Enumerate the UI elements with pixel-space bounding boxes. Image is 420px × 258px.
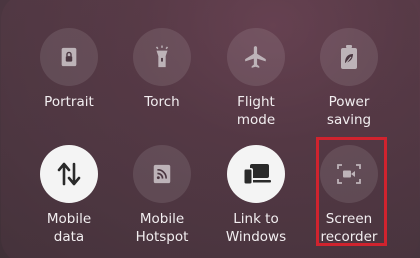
tile-flight-mode[interactable]: Flight mode: [210, 28, 302, 129]
tile-power-saving[interactable]: Power saving: [303, 28, 395, 129]
tile-power-saving-label: Power saving: [326, 94, 372, 128]
tile-screen-recorder-label: Screen recorder: [320, 211, 378, 245]
data-arrows-icon: [57, 162, 81, 186]
screen-recorder-icon: [337, 164, 361, 184]
battery-leaf-icon: [341, 45, 357, 69]
tile-mobile-hotspot[interactable]: Mobile Hotspot: [116, 145, 208, 246]
tile-screen-recorder[interactable]: Screen recorder: [303, 145, 395, 246]
tile-torch-label: Torch: [144, 94, 180, 110]
tile-link-to-windows-button[interactable]: [227, 145, 285, 203]
tile-portrait-button[interactable]: [40, 28, 98, 86]
tile-mobile-hotspot-label: Mobile Hotspot: [135, 211, 189, 245]
tile-mobile-data[interactable]: Mobile data: [23, 145, 115, 246]
tile-mobile-data-label: Mobile data: [46, 211, 92, 245]
tile-link-to-windows[interactable]: Link to Windows: [210, 145, 302, 246]
portrait-lock-icon: [61, 47, 77, 67]
tile-link-to-windows-label: Link to Windows: [225, 211, 287, 245]
link-to-windows-icon: [243, 164, 271, 185]
tile-flight-mode-label: Flight mode: [236, 94, 276, 128]
tile-portrait-label: Portrait: [44, 94, 94, 110]
tile-torch-button[interactable]: [133, 28, 191, 86]
tile-portrait[interactable]: Portrait: [23, 28, 115, 111]
tile-flight-mode-button[interactable]: [227, 28, 285, 86]
flashlight-icon: [155, 45, 169, 68]
tile-mobile-hotspot-button[interactable]: [133, 145, 191, 203]
airplane-icon: [245, 46, 266, 68]
hotspot-icon: [153, 164, 171, 184]
tile-power-saving-button[interactable]: [320, 28, 378, 86]
tile-torch[interactable]: Torch: [116, 28, 208, 111]
tile-screen-recorder-button[interactable]: [320, 145, 378, 203]
tile-mobile-data-button[interactable]: [40, 145, 98, 203]
